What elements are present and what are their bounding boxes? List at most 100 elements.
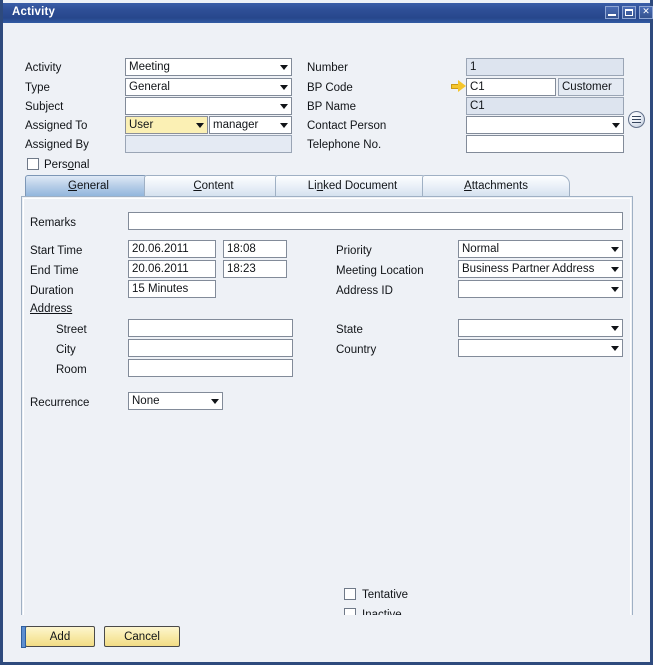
bp-code-value: C1 xyxy=(470,81,485,93)
end-time-label: End Time xyxy=(30,265,79,277)
country-dropdown[interactable] xyxy=(458,339,623,357)
telephone-no-label: Telephone No. xyxy=(307,139,382,151)
street-label: Street xyxy=(56,324,87,336)
chevron-down-icon xyxy=(280,85,288,90)
subject-label: Subject xyxy=(25,101,64,113)
tab-content[interactable]: Content xyxy=(144,175,283,197)
address-id-label: Address ID xyxy=(336,285,393,297)
activity-value: Meeting xyxy=(129,61,170,73)
city-label: City xyxy=(56,344,76,356)
priority-dropdown[interactable]: Normal xyxy=(458,240,623,258)
tab-linked-document[interactable]: Linked Document xyxy=(275,175,430,197)
contact-person-label: Contact Person xyxy=(307,120,387,132)
bp-code-input[interactable]: C1 xyxy=(466,78,556,96)
start-time-time-input[interactable]: 18:08 xyxy=(223,240,287,258)
number-value: 1 xyxy=(470,61,477,73)
meeting-location-value: Business Partner Address xyxy=(462,263,595,275)
chevron-down-icon xyxy=(611,326,619,331)
activity-label: Activity xyxy=(25,62,62,74)
bp-name-value: C1 xyxy=(470,100,485,112)
priority-value: Normal xyxy=(462,243,500,255)
chevron-down-icon xyxy=(611,267,619,272)
duration-value: 15 Minutes xyxy=(132,283,189,295)
chevron-down-icon xyxy=(611,247,619,252)
end-time-date-input[interactable]: 20.06.2011 xyxy=(128,260,216,278)
start-time-date-value: 20.06.2011 xyxy=(132,243,189,255)
chevron-down-icon xyxy=(280,65,288,70)
activity-dropdown[interactable]: Meeting xyxy=(125,58,292,76)
footer-bar: Add Cancel xyxy=(3,615,650,662)
number-label: Number xyxy=(307,62,348,74)
tab-linked-document-label: Linked Document xyxy=(307,180,398,192)
type-label: Type xyxy=(25,82,50,94)
state-label: State xyxy=(336,324,363,336)
contact-list-icon[interactable] xyxy=(628,111,645,128)
bp-type-field: Customer xyxy=(558,78,624,96)
type-value: General xyxy=(129,81,170,93)
subject-dropdown[interactable] xyxy=(125,97,292,115)
assigned-by-label: Assigned By xyxy=(25,139,89,151)
close-glyph: ✕ xyxy=(642,7,650,17)
dialog-content: Activity Meeting Type General Subject As… xyxy=(3,23,650,662)
recurrence-dropdown[interactable]: None xyxy=(128,392,223,410)
city-input[interactable] xyxy=(128,339,293,357)
room-label: Room xyxy=(56,364,87,376)
chevron-down-icon xyxy=(196,123,204,128)
recurrence-label: Recurrence xyxy=(30,397,90,409)
maximize-icon[interactable] xyxy=(622,6,636,19)
country-label: Country xyxy=(336,344,377,356)
state-dropdown[interactable] xyxy=(458,319,623,337)
address-section-heading: Address xyxy=(30,303,73,315)
tab-general[interactable]: General xyxy=(25,175,152,197)
title-bar[interactable]: Activity ✕ xyxy=(3,3,653,24)
meeting-location-dropdown[interactable]: Business Partner Address xyxy=(458,260,623,278)
tab-attachments[interactable]: Attachments xyxy=(422,175,570,197)
tentative-label: Tentative xyxy=(362,589,409,601)
cancel-button[interactable]: Cancel xyxy=(104,626,180,647)
add-button[interactable]: Add xyxy=(21,626,95,648)
end-time-time-value: 18:23 xyxy=(227,263,256,275)
duration-label: Duration xyxy=(30,285,74,297)
end-time-time-input[interactable]: 18:23 xyxy=(223,260,287,278)
personal-label: Personal xyxy=(44,159,90,171)
telephone-no-input[interactable] xyxy=(466,135,624,153)
priority-label: Priority xyxy=(336,245,372,257)
assigned-to-user-dropdown[interactable]: manager xyxy=(209,116,292,134)
personal-checkbox[interactable] xyxy=(27,158,39,170)
minimize-icon[interactable] xyxy=(605,6,619,19)
assigned-by-field xyxy=(125,135,292,153)
remarks-input[interactable] xyxy=(128,212,623,230)
remarks-label: Remarks xyxy=(30,217,77,229)
recurrence-value: None xyxy=(132,395,160,407)
duration-input[interactable]: 15 Minutes xyxy=(128,280,216,298)
tab-strip: General Content Linked Document Attachme… xyxy=(21,175,633,197)
contact-person-dropdown[interactable] xyxy=(466,116,624,134)
start-time-time-value: 18:08 xyxy=(227,243,256,255)
start-time-date-input[interactable]: 20.06.2011 xyxy=(128,240,216,258)
start-time-label: Start Time xyxy=(30,245,83,257)
room-input[interactable] xyxy=(128,359,293,377)
tab-attachments-label: Attachments xyxy=(464,180,528,192)
street-input[interactable] xyxy=(128,319,293,337)
tab-general-label: General xyxy=(68,180,109,192)
chevron-down-icon xyxy=(280,123,288,128)
address-id-dropdown[interactable] xyxy=(458,280,623,298)
general-tab-panel: Remarks Start Time 20.06.2011 18:08 End … xyxy=(21,196,633,641)
bp-name-field: C1 xyxy=(466,97,624,115)
chevron-down-icon xyxy=(612,123,620,128)
assigned-to-value: User xyxy=(129,119,154,131)
meeting-location-label: Meeting Location xyxy=(336,265,424,277)
type-dropdown[interactable]: General xyxy=(125,78,292,96)
chevron-down-icon xyxy=(611,287,619,292)
tab-content-label: Content xyxy=(193,180,234,192)
chevron-down-icon xyxy=(280,104,288,109)
bp-name-label: BP Name xyxy=(307,101,357,113)
link-arrow-icon[interactable] xyxy=(451,80,466,92)
assigned-to-label: Assigned To xyxy=(25,120,88,132)
assigned-to-user-value: manager xyxy=(213,119,259,131)
tentative-checkbox[interactable] xyxy=(344,588,356,600)
number-field: 1 xyxy=(466,58,624,76)
close-icon[interactable]: ✕ xyxy=(639,6,653,19)
assigned-to-dropdown[interactable]: User xyxy=(125,116,208,134)
chevron-down-icon xyxy=(211,399,219,404)
